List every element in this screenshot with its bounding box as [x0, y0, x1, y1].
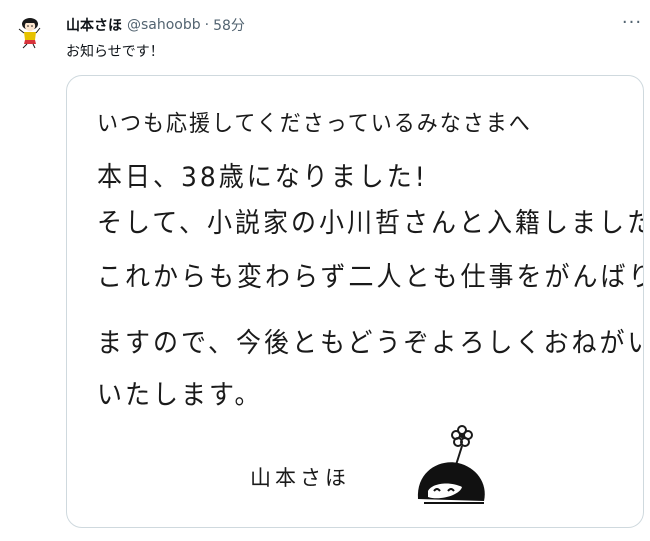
avatar[interactable]: [13, 14, 49, 50]
separator-dot: ·: [204, 17, 210, 33]
timestamp[interactable]: 58分: [213, 15, 245, 35]
note-line-closing: いたします。: [97, 379, 263, 411]
signature-text: 山本さほ: [250, 466, 350, 490]
note-line-marriage: そして、小説家の小川哲さんと入籍しました!: [97, 207, 644, 239]
note-line-regards: ますので、今後ともどうぞよろしくおねがいい: [97, 327, 644, 359]
more-options-glyph: ···: [621, 12, 643, 33]
note-line-greeting: いつも応援してくださっているみなさまへ: [97, 110, 532, 137]
tweet-header: 山本さほ @sahoobb · 58分: [66, 15, 245, 35]
self-portrait-doodle-icon: [417, 425, 485, 504]
tweet-text: お知らせです！: [66, 44, 164, 60]
more-options-icon[interactable]: ···: [620, 14, 644, 32]
tweet[interactable]: 山本さほ @sahoobb · 58分 ··· お知らせです！ いつも応援してく…: [0, 0, 650, 541]
note-line-birthday: 本日、38歳になりました!: [97, 161, 428, 193]
author-name[interactable]: 山本さほ: [66, 15, 122, 35]
note-line-continue: これからも変わらず二人とも仕事をがんばり: [97, 261, 644, 293]
tweet-image[interactable]: いつも応援してくださっているみなさまへ 本日、38歳になりました! そして、小説…: [66, 75, 644, 528]
author-handle[interactable]: @sahoobb: [127, 17, 201, 33]
